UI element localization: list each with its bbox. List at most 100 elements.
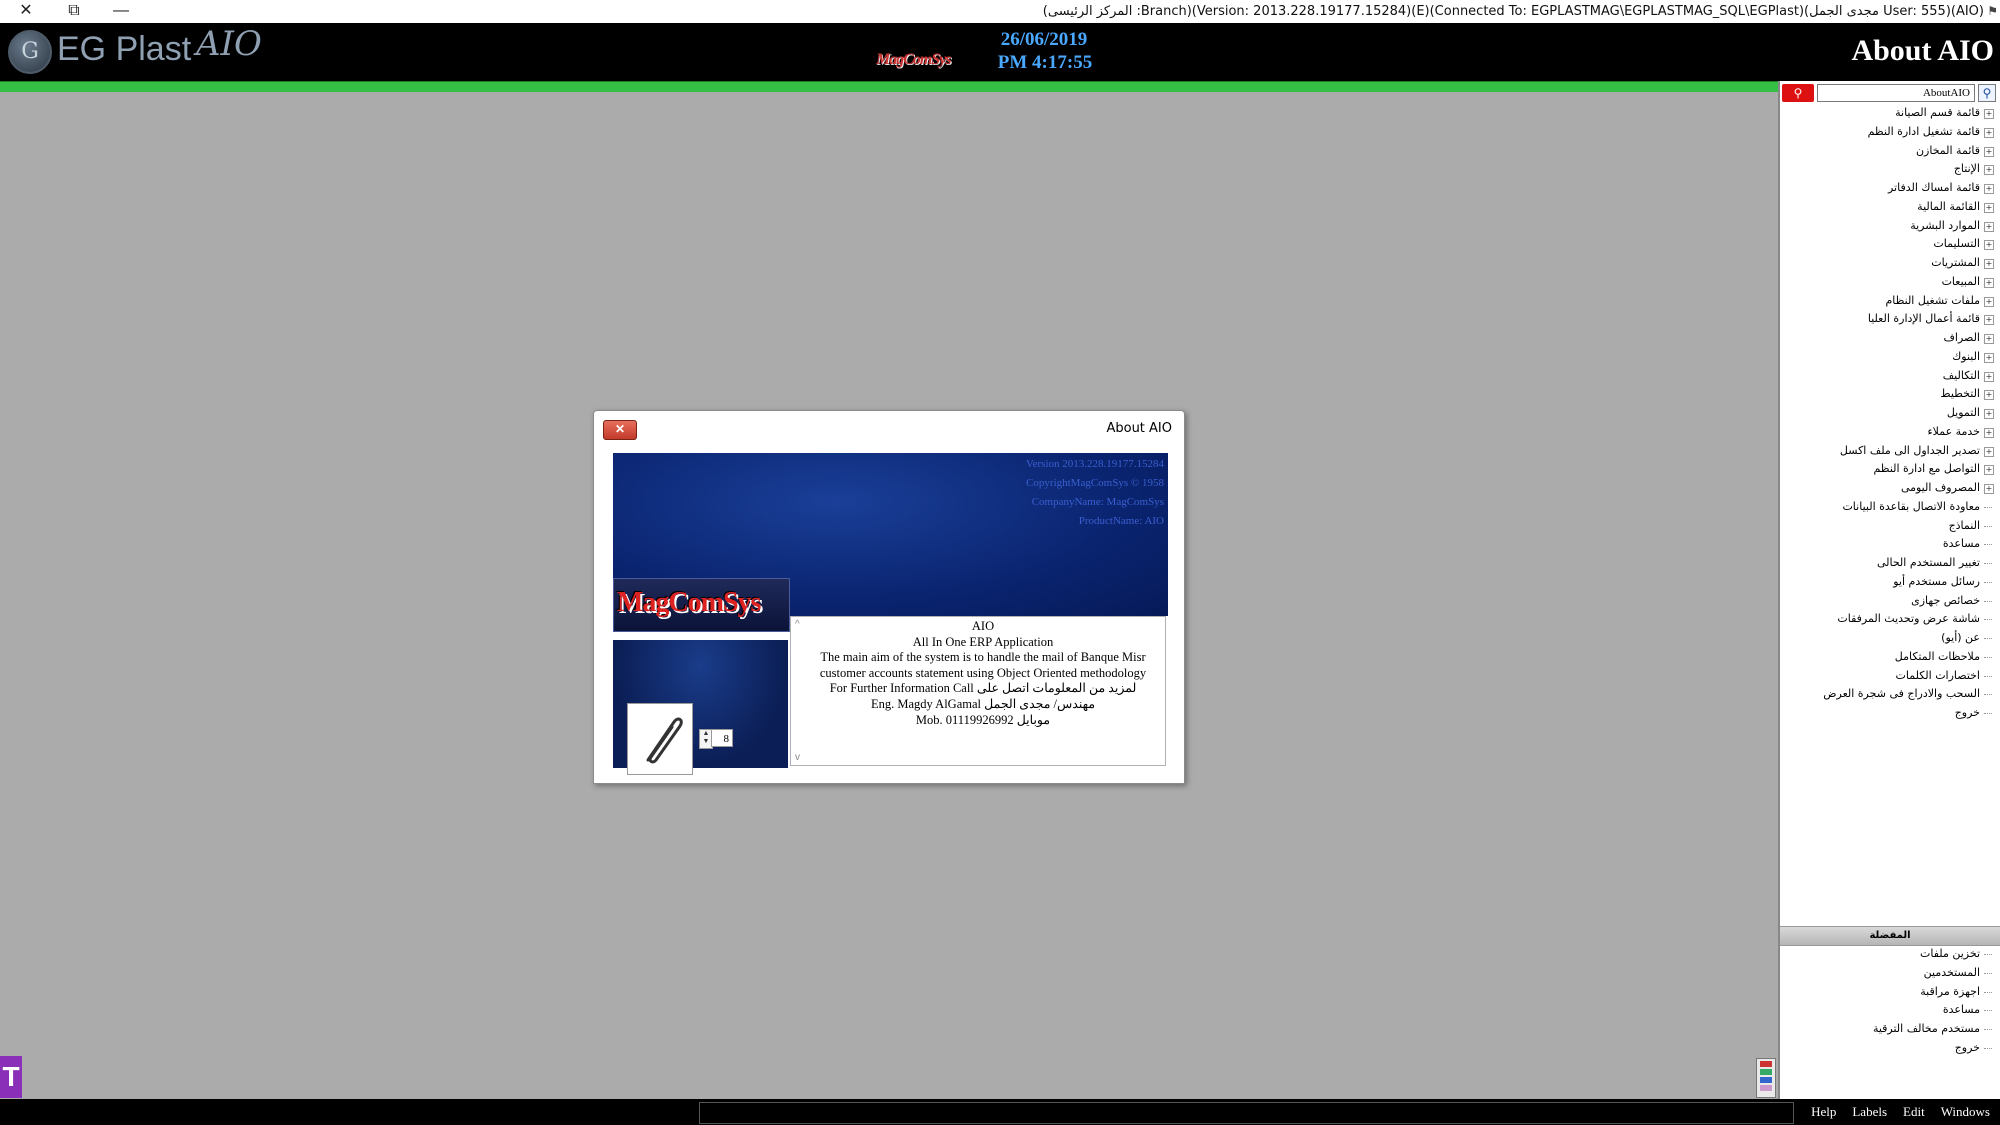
favorite-item[interactable]: مستخدم مخالف الترقية	[1788, 1020, 1994, 1039]
tree-item[interactable]: التواصل مع ادارة النظم +	[1788, 460, 1994, 479]
favorite-item[interactable]: خروج	[1788, 1039, 1994, 1058]
expand-icon[interactable]: +	[1984, 221, 1994, 232]
minimize-icon: —	[113, 2, 129, 19]
tree-item[interactable]: المصروف اليومى +	[1788, 479, 1994, 498]
menu-item-help[interactable]: Help	[1811, 1104, 1836, 1119]
tree-connector	[1984, 600, 1992, 602]
about-line: The main aim of the system is to handle …	[820, 650, 1146, 665]
tree-item[interactable]: خصائص جهازى	[1788, 592, 1994, 611]
tree-item[interactable]: عن (أيو)	[1788, 629, 1994, 648]
about-line: For Further Information Call لمزيد من ال…	[829, 681, 1137, 696]
tree-connector	[1984, 713, 1992, 714]
tree-item[interactable]: التكاليف +	[1788, 367, 1994, 386]
tree-item[interactable]: قائمة امساك الدفاتر +	[1788, 179, 1994, 198]
tree-item[interactable]: مساعدة	[1788, 535, 1994, 554]
tree-item-label: تغيير المستخدم الحالى	[1876, 556, 1980, 569]
magcomsys-logo: MagComSys	[613, 578, 790, 632]
menu-item-labels[interactable]: Labels	[1852, 1104, 1887, 1119]
tree-connector	[1984, 1047, 1992, 1049]
tree-item[interactable]: تصدير الجداول الى ملف اكسل +	[1788, 442, 1994, 461]
tree-item[interactable]: التخطيط +	[1788, 385, 1994, 404]
restore-window-button[interactable]: ⧉	[54, 0, 94, 23]
expand-icon[interactable]: +	[1984, 277, 1994, 288]
search-go-button[interactable]: ⚲	[1978, 84, 1996, 102]
expand-icon[interactable]: +	[1984, 296, 1994, 307]
tree-item[interactable]: معاودة الاتصال بقاعدة البيانات	[1788, 498, 1994, 517]
tree-item[interactable]: قائمة قسم الصيانة +	[1788, 104, 1994, 123]
expand-icon[interactable]: +	[1984, 446, 1994, 457]
app-logo-script: AIO	[196, 24, 262, 64]
tree-item[interactable]: شاشة عرض وتحديث المرفقات	[1788, 610, 1994, 629]
close-window-button[interactable]: ✕	[6, 0, 46, 23]
expand-icon[interactable]: +	[1984, 165, 1994, 176]
expand-icon[interactable]: +	[1984, 465, 1994, 476]
tree-item[interactable]: السحب والادراج فى شجرة العرض	[1788, 685, 1994, 704]
brand-logo-small: MagComSys	[876, 51, 952, 68]
search-input[interactable]	[1817, 84, 1975, 102]
favorite-item[interactable]: تخزين ملفات	[1788, 945, 1994, 964]
expand-icon[interactable]: +	[1984, 409, 1994, 419]
scroll-up-icon[interactable]: ^	[795, 619, 800, 630]
favorites-header: المفضلة	[1780, 926, 2000, 946]
dialog-close-button[interactable]: ✕	[603, 420, 637, 440]
tree-item[interactable]: التمويل +	[1788, 404, 1994, 423]
tree-item[interactable]: النماذج	[1788, 517, 1994, 536]
expand-icon[interactable]: +	[1984, 240, 1994, 251]
magnifier-icon: ⚲	[1982, 86, 1992, 100]
minimize-window-button[interactable]: —	[101, 0, 141, 23]
tree-item[interactable]: اختصارات الكلمات	[1788, 667, 1994, 686]
expand-icon[interactable]: +	[1984, 390, 1994, 401]
expand-icon[interactable]: +	[1984, 127, 1994, 138]
favorite-item[interactable]: اجهزة مراقبة	[1788, 983, 1994, 1002]
expand-icon[interactable]: +	[1984, 334, 1994, 344]
tree-item-label: ملفات تشغيل النظام	[1885, 293, 1980, 307]
tree-item[interactable]: الإنتاج +	[1788, 160, 1994, 179]
tree-item-label: القائمة المالية	[1917, 199, 1980, 213]
tree-connector	[1984, 619, 1992, 621]
tree-item[interactable]: رسائل مستخدم أيو	[1788, 573, 1994, 592]
expand-icon[interactable]: +	[1984, 109, 1994, 119]
tree-item[interactable]: القائمة المالية +	[1788, 198, 1994, 217]
window-titlebar: ✕ ⧉ — (المركز الرئيسى :Branch)(Version: …	[0, 0, 2000, 24]
about-description[interactable]: ^ v AIO All In One ERP Application The mai…	[790, 616, 1166, 766]
expand-icon[interactable]: +	[1984, 427, 1994, 438]
books-icon[interactable]	[1756, 1058, 1776, 1098]
expand-icon[interactable]: +	[1984, 202, 1994, 213]
expand-icon[interactable]: +	[1984, 484, 1994, 494]
tree-item[interactable]: الموارد البشرية +	[1788, 217, 1994, 236]
favorite-item[interactable]: مساعدة	[1788, 1001, 1994, 1020]
header-time: PM 4:17:55	[997, 52, 1093, 73]
attachment-button[interactable]	[627, 703, 693, 775]
tree-item-label: مساعدة	[1942, 537, 1980, 551]
about-line: customer accounts statement using Object…	[819, 665, 1147, 680]
search-button[interactable]: ⚲	[1782, 84, 1814, 102]
copyright-line: CopyrightMagComSys © 1958	[1026, 477, 1164, 489]
tree-item[interactable]: تغيير المستخدم الحالى	[1788, 554, 1994, 573]
expand-icon[interactable]: +	[1984, 259, 1994, 269]
tree-item[interactable]: التسليمات +	[1788, 235, 1994, 254]
taskbar-tool-button[interactable]: T	[0, 1056, 22, 1098]
expand-icon[interactable]: +	[1984, 146, 1994, 157]
tree-item[interactable]: ملفات تشغيل النظام +	[1788, 292, 1994, 311]
expand-icon[interactable]: +	[1984, 184, 1994, 194]
menu-item-edit[interactable]: Edit	[1903, 1104, 1925, 1119]
tree-item[interactable]: المبيعات +	[1788, 273, 1994, 292]
tree-item[interactable]: البنوك +	[1788, 348, 1994, 367]
tree-item[interactable]: قائمة المخازن +	[1788, 142, 1994, 161]
tree-item[interactable]: الصراف +	[1788, 329, 1994, 348]
expand-icon[interactable]: +	[1984, 315, 1994, 326]
attachment-count[interactable]: 8	[711, 729, 733, 747]
scroll-down-icon[interactable]: v	[795, 752, 800, 763]
tree-item[interactable]: قائمة تشغيل ادارة النظم +	[1788, 123, 1994, 142]
tree-connector	[1984, 506, 1992, 508]
expand-icon[interactable]: +	[1984, 371, 1994, 382]
expand-icon[interactable]: +	[1984, 352, 1994, 363]
tree-item[interactable]: خروج	[1788, 704, 1994, 723]
tree-item[interactable]: المشتريات +	[1788, 254, 1994, 273]
tree-item-label: الإنتاج	[1953, 162, 1980, 176]
menu-item-windows[interactable]: Windows	[1941, 1104, 1990, 1119]
tree-item[interactable]: قائمة أعمال الإدارة العليا +	[1788, 310, 1994, 329]
tree-item[interactable]: ملاحظات المتكامل	[1788, 648, 1994, 667]
favorite-item[interactable]: المستخدمين	[1788, 964, 1994, 983]
tree-item[interactable]: خدمة عملاء +	[1788, 423, 1994, 442]
